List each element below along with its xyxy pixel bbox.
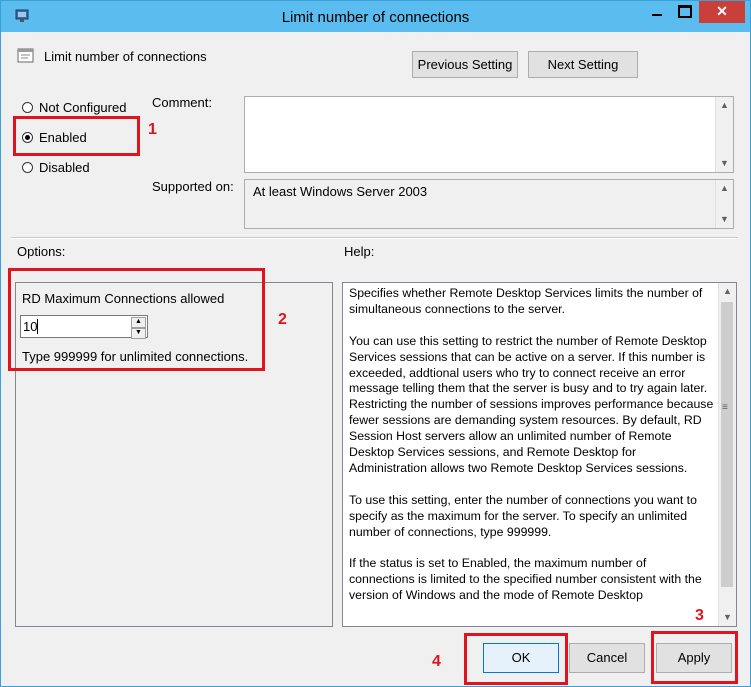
- annotation-3: 3: [695, 607, 704, 624]
- help-paragraph: You can use this setting to restrict the…: [349, 333, 714, 475]
- comment-label: Comment:: [152, 95, 212, 110]
- radio-not-configured[interactable]: Not Configured: [22, 99, 132, 117]
- scroll-grip-icon: ≡: [722, 402, 728, 413]
- highlight-options: [8, 268, 265, 371]
- help-label: Help:: [344, 244, 375, 259]
- cancel-button[interactable]: Cancel: [569, 643, 645, 673]
- supported-scrollbar[interactable]: ▲ ▼: [715, 180, 733, 228]
- scroll-up-icon[interactable]: ▲: [716, 97, 733, 114]
- scrollbar-thumb[interactable]: [721, 302, 733, 587]
- next-setting-button[interactable]: Next Setting: [528, 51, 638, 78]
- help-panel: Specifies whether Remote Desktop Service…: [342, 282, 737, 627]
- radio-label: Not Configured: [39, 100, 127, 115]
- minimize-button[interactable]: [643, 1, 671, 23]
- policy-setting-icon: [17, 48, 34, 63]
- scroll-up-icon[interactable]: ▲: [716, 180, 733, 197]
- highlight-apply: [651, 631, 738, 684]
- scroll-down-icon[interactable]: ▼: [716, 211, 733, 228]
- help-paragraph: If the status is set to Enabled, the max…: [349, 556, 702, 603]
- comment-textarea[interactable]: ▲ ▼: [244, 96, 734, 173]
- scroll-up-icon[interactable]: ▲: [719, 283, 736, 300]
- minimize-icon: [652, 14, 662, 16]
- maximize-button[interactable]: [671, 1, 699, 23]
- annotation-2: 2: [278, 311, 287, 328]
- radio-circle: [22, 162, 33, 173]
- highlight-ok: [464, 633, 568, 685]
- highlight-enabled: [13, 116, 140, 156]
- help-scrollbar[interactable]: ▲ ≡ ▼: [718, 283, 736, 626]
- annotation-1: 1: [148, 121, 157, 138]
- section-divider: [11, 237, 738, 239]
- close-button[interactable]: ✕: [699, 1, 745, 23]
- supported-on-label: Supported on:: [152, 179, 234, 194]
- scroll-down-icon[interactable]: ▼: [719, 609, 736, 626]
- help-text: Specifies whether Remote Desktop Service…: [349, 286, 715, 620]
- radio-disabled[interactable]: Disabled: [22, 159, 102, 177]
- help-paragraph: To use this setting, enter the number of…: [349, 492, 697, 539]
- window-title: Limit number of connections: [281, 9, 470, 26]
- setting-name: Limit number of connections: [44, 49, 207, 64]
- annotation-4: 4: [432, 653, 441, 670]
- close-icon: ✕: [716, 3, 728, 19]
- supported-on-value: At least Windows Server 2003: [253, 184, 428, 199]
- title-bar[interactable]: Limit number of connections ✕: [1, 1, 750, 32]
- radio-label: Disabled: [39, 160, 90, 175]
- maximize-icon: [678, 5, 692, 18]
- options-label: Options:: [17, 244, 66, 259]
- radio-circle: [22, 102, 33, 113]
- scroll-down-icon[interactable]: ▼: [716, 155, 733, 172]
- comment-scrollbar[interactable]: ▲ ▼: [715, 97, 733, 172]
- supported-on-field: At least Windows Server 2003 ▲ ▼: [244, 179, 734, 229]
- help-paragraph: Specifies whether Remote Desktop Service…: [349, 286, 703, 316]
- previous-setting-button[interactable]: Previous Setting: [412, 51, 518, 78]
